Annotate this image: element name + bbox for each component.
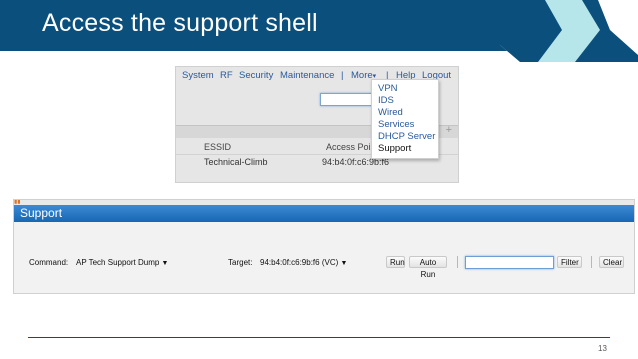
menu-item-more-label: More bbox=[351, 70, 373, 81]
filter-button[interactable]: Filter bbox=[557, 256, 582, 268]
support-title: Support bbox=[20, 206, 63, 220]
dropdown-item-vpn[interactable]: VPN bbox=[378, 83, 398, 94]
menu-item-rf[interactable]: RF bbox=[220, 70, 233, 81]
slide-title: Access the support shell bbox=[42, 9, 318, 37]
auto-run-button[interactable]: Auto Run bbox=[409, 256, 447, 279]
menu-item-security[interactable]: Security bbox=[239, 70, 273, 81]
target-select-value: 94:b4:0f:c6:9b:f6 (VC) bbox=[260, 258, 339, 267]
clear-button[interactable]: Clear bbox=[599, 256, 624, 268]
support-titlebar: Support bbox=[14, 205, 634, 222]
menu-screenshot: System RF Security Maintenance | More▾ |… bbox=[175, 66, 459, 183]
chevron-down-icon: ▼ bbox=[340, 260, 348, 267]
footer-rule bbox=[28, 337, 610, 338]
support-panel-screenshot: ▮▮ Support Command: AP Tech Support Dump… bbox=[13, 199, 635, 294]
command-select-value: AP Tech Support Dump bbox=[76, 258, 160, 267]
dropdown-item-dhcp-server[interactable]: DHCP Server bbox=[378, 131, 435, 142]
column-header-essid[interactable]: ESSID bbox=[204, 142, 231, 152]
plus-icon[interactable]: + bbox=[446, 124, 452, 136]
page-number: 13 bbox=[598, 344, 607, 353]
filter-input[interactable] bbox=[465, 256, 554, 269]
command-select[interactable]: AP Tech Support Dump ▼ bbox=[76, 258, 168, 267]
slide-header: Access the support shell bbox=[0, 0, 638, 62]
dropdown-item-services[interactable]: Services bbox=[378, 119, 414, 130]
more-dropdown-menu: VPN IDS Wired Services DHCP Server Suppo… bbox=[371, 79, 439, 159]
support-toolbar: Command: AP Tech Support Dump ▼ Target: … bbox=[14, 222, 634, 293]
cell-essid: Technical-Climb bbox=[204, 157, 268, 167]
toolbar-separator bbox=[457, 256, 458, 268]
menu-separator: | bbox=[341, 70, 344, 81]
chevron-down-icon: ▼ bbox=[161, 260, 169, 267]
column-header-access-point[interactable]: Access Poin bbox=[326, 142, 376, 152]
target-label: Target: bbox=[228, 258, 253, 267]
run-button[interactable]: Run bbox=[386, 256, 405, 268]
menu-item-system[interactable]: System bbox=[182, 70, 214, 81]
dropdown-item-wired[interactable]: Wired bbox=[378, 107, 403, 118]
command-label: Command: bbox=[29, 258, 69, 267]
menu-item-maintenance[interactable]: Maintenance bbox=[280, 70, 334, 81]
dropdown-item-ids[interactable]: IDS bbox=[378, 95, 394, 106]
toolbar-separator bbox=[591, 256, 592, 268]
dropdown-item-support[interactable]: Support bbox=[378, 143, 411, 154]
target-select[interactable]: 94:b4:0f:c6:9b:f6 (VC) ▼ bbox=[260, 258, 347, 267]
